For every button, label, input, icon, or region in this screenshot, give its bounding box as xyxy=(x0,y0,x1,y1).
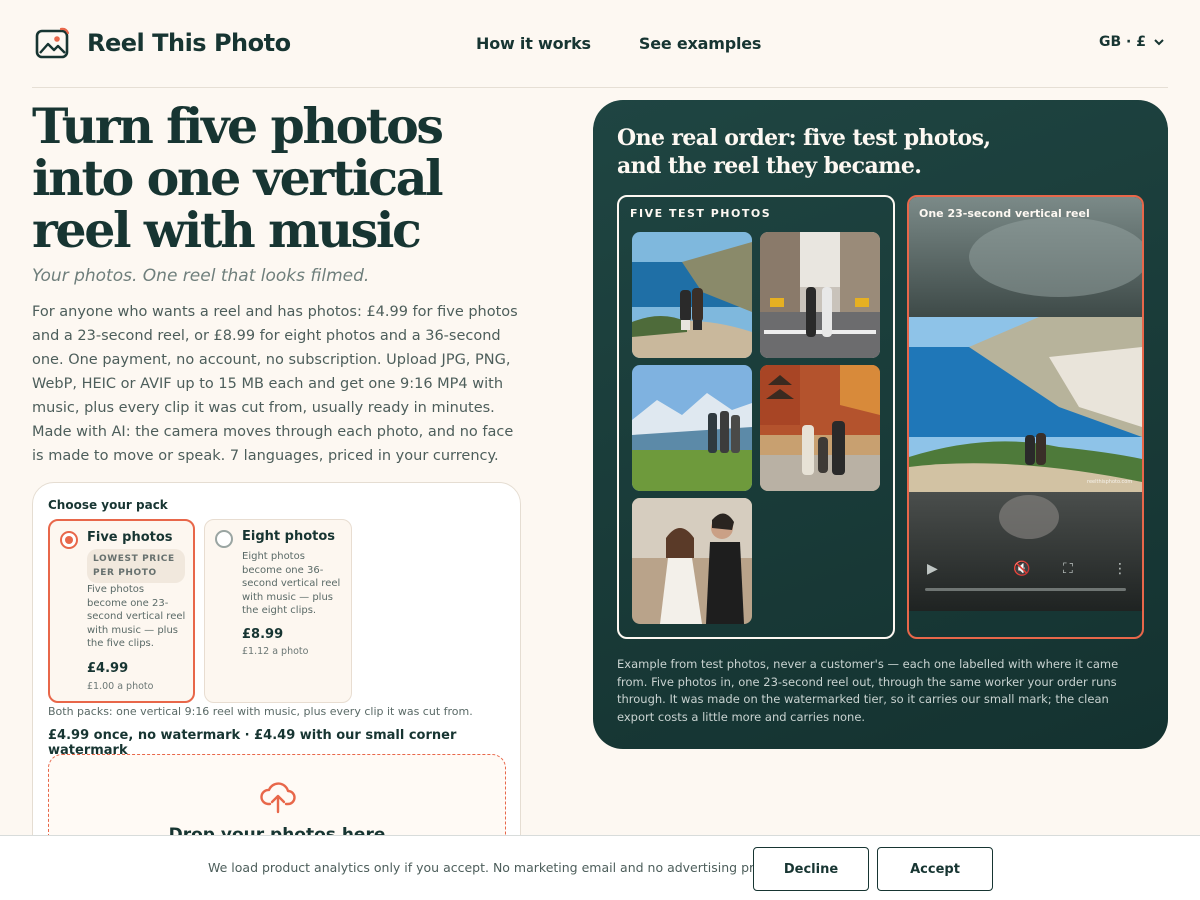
chevron-down-icon xyxy=(1154,38,1164,45)
pack-price: £8.99 xyxy=(242,627,284,642)
test-photo-coast-couple[interactable] xyxy=(632,232,752,358)
hero-subtitle: Your photos. One reel that looks filmed. xyxy=(32,266,370,286)
example-title: One real order: five test photos, and th… xyxy=(617,125,991,179)
pack-price: £4.99 xyxy=(87,661,129,676)
upload-cloud-icon xyxy=(260,782,296,814)
main-nav: How it works See examples xyxy=(476,34,761,53)
test-photo-city-street[interactable] xyxy=(760,232,880,358)
logo[interactable]: Reel This Photo xyxy=(35,26,291,60)
both-packs-note: Both packs: one vertical 9:16 reel with … xyxy=(48,705,473,718)
pack-per-photo: £1.00 a photo xyxy=(87,681,154,692)
nav-how-it-works[interactable]: How it works xyxy=(476,34,591,53)
locale-selector[interactable]: GB · £ xyxy=(1099,34,1164,50)
decline-button[interactable]: Decline xyxy=(753,847,869,891)
hero-body: For anyone who wants a reel and has phot… xyxy=(32,304,518,464)
video-controls: ▶ 🔇 ⛶ ⋮ xyxy=(909,551,1142,611)
test-photos-box: FIVE TEST PHOTOS xyxy=(617,195,895,639)
photo-frame-icon xyxy=(35,27,70,59)
nav-see-examples[interactable]: See examples xyxy=(639,34,762,53)
pack-title: Eight photos xyxy=(242,529,336,544)
cookie-banner: We load product analytics only if you ac… xyxy=(0,835,1200,900)
radio-five-selected[interactable] xyxy=(60,531,78,549)
reel-label: One 23-second vertical reel xyxy=(919,207,1090,220)
pack-heading: Choose your pack xyxy=(48,498,168,512)
video-progress-bar[interactable] xyxy=(925,588,1126,591)
locale-label: GB · £ xyxy=(1099,34,1146,50)
accept-button[interactable]: Accept xyxy=(877,847,993,891)
reel-video-frame xyxy=(909,197,1142,611)
hero-title: Turn five photos into one vertical reel … xyxy=(32,97,444,259)
mute-icon[interactable]: 🔇 xyxy=(1013,561,1030,577)
test-photo-mountain-group[interactable] xyxy=(632,365,752,491)
test-photo-wedding[interactable] xyxy=(632,498,752,624)
photos-label: FIVE TEST PHOTOS xyxy=(630,207,772,220)
test-photo-temple-family[interactable] xyxy=(760,365,880,491)
site-header: Reel This Photo How it works See example… xyxy=(32,0,1168,88)
pack-title: Five photos xyxy=(87,530,173,545)
more-options-icon[interactable]: ⋮ xyxy=(1113,561,1127,577)
pack-option-eight[interactable]: Eight photos Eight photos become one 36-… xyxy=(204,519,352,703)
fullscreen-icon[interactable]: ⛶ xyxy=(1063,561,1073,577)
cookie-text: We load product analytics only if you ac… xyxy=(208,860,785,875)
pack-per-photo: £1.12 a photo xyxy=(242,646,309,657)
pack-description: Five photos become one 23-second vertica… xyxy=(87,584,186,649)
reel-video-player[interactable]: One 23-second vertical reel reelthisphot… xyxy=(907,195,1144,639)
brand-name: Reel This Photo xyxy=(87,29,291,57)
radio-eight[interactable] xyxy=(215,530,233,548)
reel-watermark: reelthisphoto.com xyxy=(1087,479,1133,485)
example-caption: Example from test photos, never a custom… xyxy=(617,657,1119,724)
pack-option-five[interactable]: Five photos LOWEST PRICE PER PHOTO Five … xyxy=(48,519,195,703)
lowest-price-badge: LOWEST PRICE PER PHOTO xyxy=(87,549,185,583)
example-panel: One real order: five test photos, and th… xyxy=(593,100,1168,749)
pack-description: Eight photos become one 36-second vertic… xyxy=(242,551,341,616)
play-icon[interactable]: ▶ xyxy=(927,561,938,577)
